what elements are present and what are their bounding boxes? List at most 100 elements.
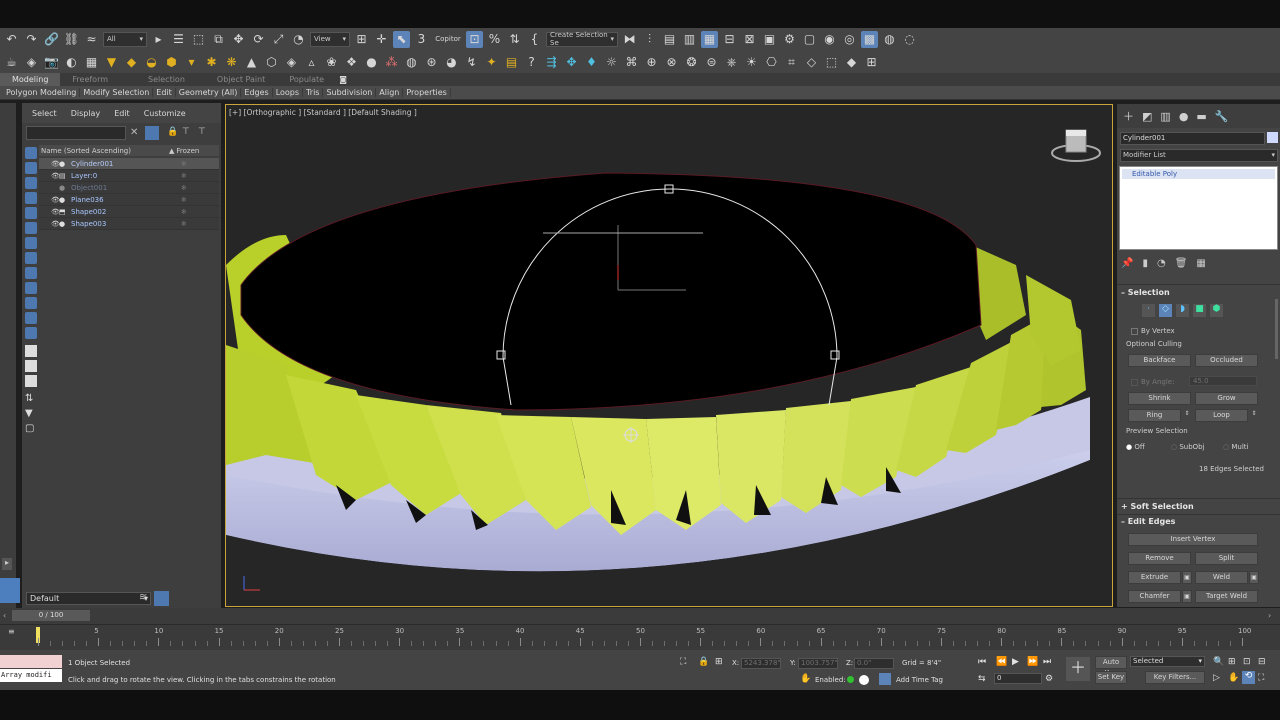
tool-y-icon[interactable]: ⌘ xyxy=(623,53,640,70)
set-key-button[interactable]: Set Key xyxy=(1095,671,1127,684)
absolute-mode-icon[interactable]: ⊞ xyxy=(715,657,723,667)
spinner-snap-icon[interactable]: ⇅ xyxy=(506,31,523,48)
expand-arrow-icon[interactable]: ▸ xyxy=(2,558,12,570)
tool-u-icon[interactable]: ⇶ xyxy=(543,53,560,70)
orbit-icon[interactable]: ⟲ xyxy=(1242,671,1255,684)
placement-icon[interactable]: ◔ xyxy=(290,31,307,48)
comment-icon[interactable]: ▢ xyxy=(25,423,37,435)
display-geometry-icon[interactable] xyxy=(25,162,37,174)
tool-g-icon[interactable]: ❋ xyxy=(223,53,240,70)
scale-icon[interactable]: ⤢ xyxy=(270,31,287,48)
prev-key-icon[interactable]: ⏪ xyxy=(996,657,1007,667)
snowflake-icon[interactable]: ❄ xyxy=(181,220,187,228)
subtab-subdivision[interactable]: Subdivision xyxy=(323,88,377,97)
list-item[interactable]: 👁 ▤ Layer:0 ❄ xyxy=(39,170,219,182)
list-item[interactable]: 👁 ⬒ Shape002 ❄ xyxy=(39,206,219,218)
snowflake-icon[interactable]: ❄ xyxy=(181,196,187,204)
layer-explorer-toggle-icon[interactable] xyxy=(154,591,169,606)
snowflake-icon[interactable]: ❄ xyxy=(181,172,187,180)
extrude-button[interactable]: Extrude xyxy=(1128,571,1181,584)
hierarchy-icon[interactable]: ⊤ xyxy=(182,127,190,137)
selection-rollout-title[interactable]: – Selection xyxy=(1121,288,1170,297)
pivot-center-icon[interactable]: ⊞ xyxy=(353,31,370,48)
y-coordinate-field[interactable]: 1003.757" xyxy=(798,658,838,669)
maxscript-listener[interactable] xyxy=(0,655,62,668)
display-all-icon[interactable] xyxy=(25,345,37,357)
remove-button[interactable]: Remove xyxy=(1128,552,1191,565)
align-icon[interactable]: ⫶ xyxy=(641,31,658,48)
z-coordinate-field[interactable]: 0.0" xyxy=(854,658,894,669)
menu-edit[interactable]: Edit xyxy=(114,109,130,118)
go-to-end-icon[interactable]: ⏭ xyxy=(1043,657,1051,667)
target-weld-button[interactable]: Target Weld xyxy=(1195,590,1258,603)
help-icon[interactable]: ? xyxy=(523,53,540,70)
tool-r-icon[interactable]: ↯ xyxy=(463,53,480,70)
tool-z-icon[interactable]: ⊕ xyxy=(643,53,660,70)
tab-populate[interactable]: Populate xyxy=(277,73,336,86)
soft-selection-rollout-title[interactable]: + Soft Selection xyxy=(1121,502,1194,511)
tool-s-icon[interactable]: ✦ xyxy=(483,53,500,70)
key-mode-dropdown[interactable]: Selected ▾ xyxy=(1130,656,1205,667)
preview-multi-radio[interactable]: ○ Multi xyxy=(1223,443,1248,451)
unlink-icon[interactable]: ⛓ xyxy=(63,31,80,48)
rotate-icon[interactable]: ⟳ xyxy=(250,31,267,48)
subtab-properties[interactable]: Properties xyxy=(403,88,451,97)
tool-ak-icon[interactable]: ⊞ xyxy=(863,53,880,70)
display-hidden-icon[interactable] xyxy=(25,327,37,339)
tool-ad-icon[interactable]: ⎈ xyxy=(723,53,740,70)
next-frame-icon[interactable]: › xyxy=(1268,611,1271,620)
edge-level-icon[interactable]: ◇ xyxy=(1159,304,1172,317)
border-level-icon[interactable]: ◗ xyxy=(1176,304,1189,317)
list-item[interactable]: 👁 ● Shape003 ❄ xyxy=(39,218,219,230)
help-search-icon[interactable]: ◌ xyxy=(901,31,918,48)
subtab-edges[interactable]: Edges xyxy=(241,88,273,97)
weld-button[interactable]: Weld xyxy=(1195,571,1248,584)
adaptive-degradation-icon[interactable]: ✋ xyxy=(800,674,811,684)
tool-j-icon[interactable]: ◈ xyxy=(283,53,300,70)
eye-icon[interactable]: 👁 xyxy=(51,220,60,228)
maxscript-mini-listener[interactable]: Array modifi xyxy=(0,669,62,682)
vertex-level-icon[interactable]: · xyxy=(1142,304,1155,317)
render-cloud-icon[interactable]: ▩ xyxy=(861,30,878,48)
select-by-name-icon[interactable]: ☰ xyxy=(170,31,187,48)
display-frozen-icon[interactable] xyxy=(25,312,37,324)
modify-tab-icon[interactable]: ◩ xyxy=(1142,110,1152,123)
snowflake-icon[interactable]: ❄ xyxy=(181,184,187,192)
selection-filter-dropdown[interactable]: All ▾ xyxy=(103,31,147,47)
display-shapes-icon[interactable] xyxy=(25,177,37,189)
helpers-icon[interactable]: ▦ xyxy=(83,53,100,70)
sort-icon[interactable]: ⇅ xyxy=(25,393,37,405)
panel-scrollbar[interactable] xyxy=(1275,299,1278,359)
viewport-orthographic[interactable]: [+] [Orthographic ] [Standard ] [Default… xyxy=(225,104,1113,607)
undo-icon[interactable]: ↶ xyxy=(3,31,20,48)
render-production-icon[interactable]: ◉ xyxy=(821,31,838,48)
motion-tab-icon[interactable]: ● xyxy=(1179,110,1189,123)
preview-off-radio[interactable]: ● Off xyxy=(1126,443,1145,451)
tool-ae-icon[interactable]: ☀ xyxy=(743,53,760,70)
shrink-button[interactable]: Shrink xyxy=(1128,392,1191,405)
snap-3d-icon[interactable]: 3 xyxy=(413,31,430,48)
prev-frame-icon[interactable]: ‹ xyxy=(3,611,6,620)
tab-modeling[interactable]: Modeling xyxy=(0,73,61,86)
edit-named-sel-icon[interactable]: { xyxy=(526,31,543,48)
list-item[interactable]: 👁 ● Object001 ❄ xyxy=(39,182,219,194)
subtab-edit[interactable]: Edit xyxy=(153,88,176,97)
time-config-icon[interactable]: ⚙ xyxy=(1045,674,1053,684)
time-tag-icon[interactable] xyxy=(879,673,891,685)
modifier-list-dropdown[interactable]: Modifier List ▾ xyxy=(1120,149,1278,162)
keyboard-shortcut-icon[interactable]: ⬉ xyxy=(393,30,410,48)
ring-button[interactable]: Ring xyxy=(1128,409,1181,422)
display-bones-icon[interactable] xyxy=(25,282,37,294)
subtab-tris[interactable]: Tris xyxy=(303,88,324,97)
column-name[interactable]: Name (Sorted Ascending) xyxy=(39,147,169,155)
column-frozen[interactable]: Frozen xyxy=(176,147,199,155)
scene-explorer-icon[interactable]: ▦ xyxy=(701,30,718,48)
layer-dropdown[interactable]: Default ▾ xyxy=(26,592,151,605)
list-item[interactable]: 👁 ● Cylinder001 ❄ xyxy=(39,158,219,170)
tool-p-icon[interactable]: ⊛ xyxy=(423,53,440,70)
list-item[interactable]: 👁 ● Plane036 ❄ xyxy=(39,194,219,206)
loop-spinner-icon[interactable]: ⇕ xyxy=(1250,410,1258,418)
display-objects-icon[interactable] xyxy=(25,147,37,159)
display-spacewarps-icon[interactable] xyxy=(25,237,37,249)
key-filters-button[interactable]: Key Filters... xyxy=(1145,671,1205,684)
